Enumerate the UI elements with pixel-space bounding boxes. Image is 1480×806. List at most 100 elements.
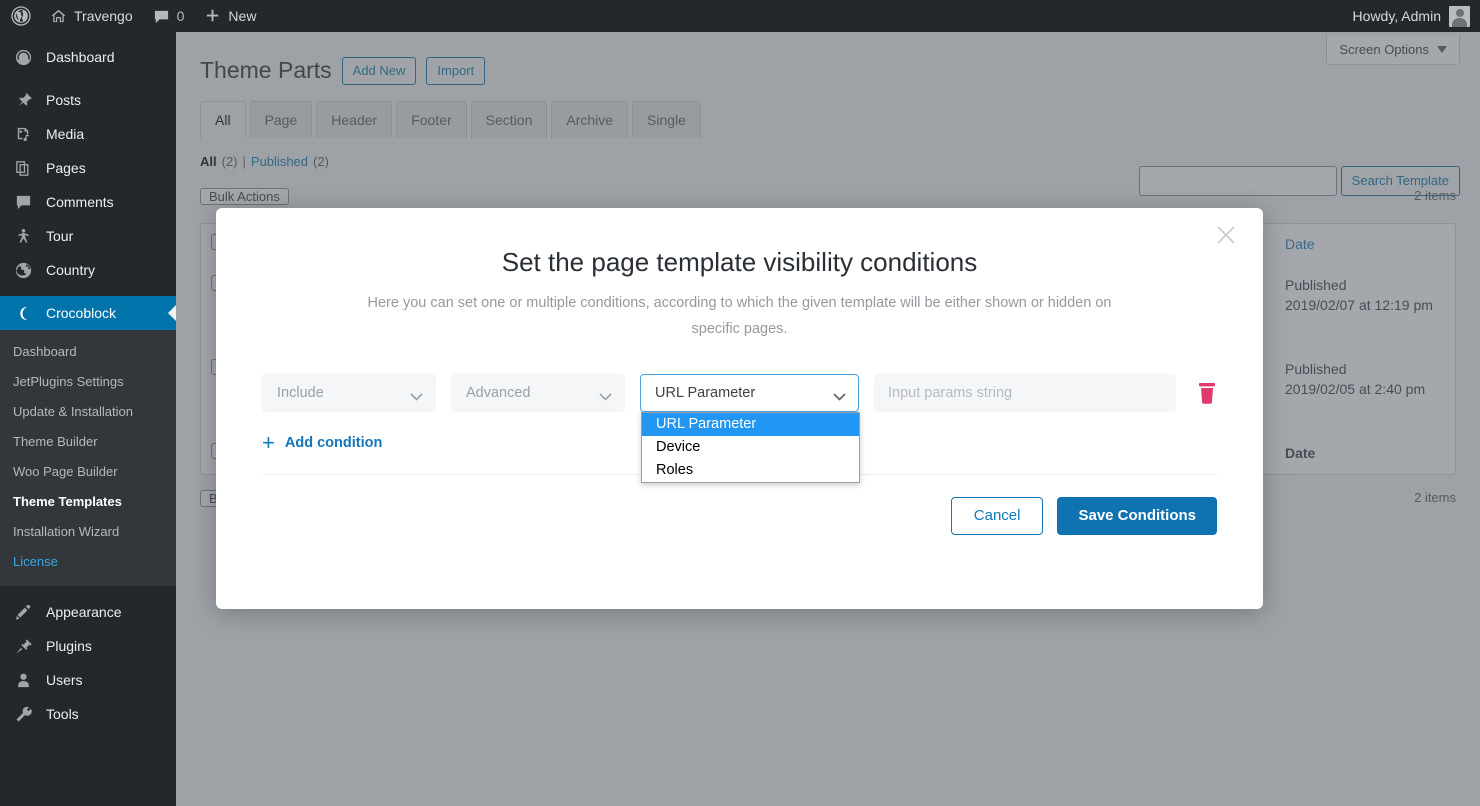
comment-count: 0 <box>176 8 185 24</box>
person-icon <box>13 227 33 246</box>
globe-icon <box>13 261 33 280</box>
rule-dropdown-list[interactable]: URL Parameter Device Roles <box>641 412 860 483</box>
plus-icon <box>204 8 221 25</box>
row-date-cell: Published 2019/02/07 at 12:19 pm <box>1275 265 1455 349</box>
sidebar-item-label: Crocoblock <box>46 305 117 321</box>
filter-all-count: (2) <box>221 154 238 169</box>
submenu-item-label: Theme Builder <box>13 434 98 449</box>
submenu-item-label: Theme Templates <box>13 494 122 509</box>
import-button[interactable]: Import <box>426 56 486 85</box>
bulk-actions-select-top[interactable]: Bulk Actions <box>200 188 289 205</box>
dashboard-icon <box>13 48 33 67</box>
brush-icon <box>13 603 33 622</box>
new-content-button[interactable]: New <box>194 0 266 32</box>
filter-published-label[interactable]: Published <box>251 154 308 169</box>
submenu-item-label: Update & Installation <box>13 404 133 419</box>
sidebar-item-label: Media <box>46 126 85 142</box>
condition-group-select[interactable]: Advanced <box>451 374 625 412</box>
save-conditions-button[interactable]: Save Conditions <box>1057 497 1217 535</box>
crocoblock-submenu: Dashboard JetPlugins Settings Update & I… <box>0 330 176 586</box>
sidebar-item-label: Tour <box>46 228 74 244</box>
howdy-label[interactable]: Howdy, Admin <box>1353 8 1441 24</box>
date-column-header[interactable]: Date <box>1275 224 1455 265</box>
crocoblock-icon <box>13 304 33 323</box>
sidebar-item-pages[interactable]: Pages <box>0 151 176 185</box>
site-name-label: Travengo <box>74 8 133 24</box>
submenu-item-label: Installation Wizard <box>13 524 120 539</box>
submenu-item-label: Dashboard <box>13 344 77 359</box>
sidebar-item-dashboard[interactable]: Dashboard <box>0 40 176 74</box>
items-count-bottom: 2 items <box>1414 490 1456 505</box>
sidebar-item-appearance[interactable]: Appearance <box>0 595 176 629</box>
sidebar-item-comments[interactable]: Comments <box>0 185 176 219</box>
tab-header[interactable]: Header <box>316 101 393 138</box>
condition-rule-select[interactable]: URL Parameter <box>640 374 859 412</box>
row-date-value: 2019/02/05 at 2:40 pm <box>1285 381 1426 397</box>
post-type-tabs: All Page Header Footer Section Archive S… <box>200 101 1480 139</box>
submenu-item-label: Woo Page Builder <box>13 464 118 479</box>
tab-archive[interactable]: Archive <box>551 101 629 138</box>
add-new-button[interactable]: Add New <box>341 56 417 85</box>
sidebar-item-users[interactable]: Users <box>0 663 176 697</box>
date-column-footer[interactable]: Date <box>1275 433 1455 474</box>
submenu-item-update-installation[interactable]: Update & Installation <box>0 397 176 427</box>
page-header: Theme Parts Add New Import <box>176 32 1480 85</box>
submenu-item-dashboard[interactable]: Dashboard <box>0 337 176 367</box>
new-label: New <box>228 8 257 24</box>
filter-all-label[interactable]: All <box>200 154 217 169</box>
site-name-button[interactable]: Travengo <box>40 0 143 32</box>
filter-published-count: (2) <box>313 154 329 169</box>
comments-button[interactable]: 0 <box>143 0 195 32</box>
modal-footer: Cancel Save Conditions <box>262 497 1217 535</box>
visibility-conditions-modal: Set the page template visibility conditi… <box>216 208 1263 609</box>
tab-page[interactable]: Page <box>249 101 313 138</box>
row-date-status: Published <box>1285 277 1347 293</box>
tab-all[interactable]: All <box>200 101 246 139</box>
dropdown-option-device[interactable]: Device <box>642 436 859 459</box>
admin-sidebar: Dashboard Posts Media Pages Comments Tou… <box>0 32 176 806</box>
dropdown-option-url-parameter[interactable]: URL Parameter <box>642 413 859 436</box>
sidebar-item-media[interactable]: Media <box>0 117 176 151</box>
submenu-item-theme-builder[interactable]: Theme Builder <box>0 427 176 457</box>
avatar[interactable] <box>1449 5 1470 27</box>
trash-icon[interactable] <box>1197 382 1217 405</box>
wrench-icon <box>13 705 33 724</box>
sidebar-item-posts[interactable]: Posts <box>0 83 176 117</box>
sidebar-item-label: Posts <box>46 92 82 108</box>
submenu-item-label: JetPlugins Settings <box>13 374 124 389</box>
row-date-status: Published <box>1285 361 1347 377</box>
tab-footer[interactable]: Footer <box>396 101 467 138</box>
sidebar-item-label: Tools <box>46 706 79 722</box>
sidebar-item-tour[interactable]: Tour <box>0 219 176 253</box>
condition-type-select[interactable]: Include <box>262 374 436 412</box>
sidebar-item-label: Appearance <box>46 604 122 620</box>
screen-options-label: Screen Options <box>1339 42 1429 57</box>
tab-section[interactable]: Section <box>470 101 548 138</box>
sidebar-item-plugins[interactable]: Plugins <box>0 629 176 663</box>
sidebar-item-crocoblock[interactable]: Crocoblock <box>0 296 176 330</box>
submenu-item-jetplugins-settings[interactable]: JetPlugins Settings <box>0 367 176 397</box>
chevron-down-icon <box>410 389 423 405</box>
dropdown-option-roles[interactable]: Roles <box>642 459 859 482</box>
tab-single[interactable]: Single <box>632 101 701 138</box>
comment-bubble-icon <box>153 8 170 25</box>
submenu-item-theme-templates[interactable]: Theme Templates <box>0 487 176 517</box>
plus-icon: + <box>262 430 275 455</box>
params-string-input[interactable]: Input params string <box>874 374 1176 412</box>
sidebar-item-country[interactable]: Country <box>0 253 176 287</box>
pages-icon <box>13 159 33 178</box>
items-count-top: 2 items <box>1414 188 1456 203</box>
sidebar-item-label: Plugins <box>46 638 92 654</box>
chevron-down-icon <box>833 389 846 405</box>
sidebar-item-tools[interactable]: Tools <box>0 697 176 731</box>
wordpress-logo-button[interactable] <box>0 0 40 32</box>
submenu-item-license[interactable]: License <box>0 547 176 577</box>
home-icon <box>50 8 67 25</box>
close-icon[interactable] <box>1213 222 1239 248</box>
submenu-item-installation-wizard[interactable]: Installation Wizard <box>0 517 176 547</box>
sidebar-item-label: Dashboard <box>46 49 115 65</box>
submenu-item-woo-page-builder[interactable]: Woo Page Builder <box>0 457 176 487</box>
screen-options-button[interactable]: Screen Options <box>1326 35 1460 65</box>
page-title: Theme Parts <box>200 57 332 83</box>
cancel-button[interactable]: Cancel <box>950 497 1044 535</box>
